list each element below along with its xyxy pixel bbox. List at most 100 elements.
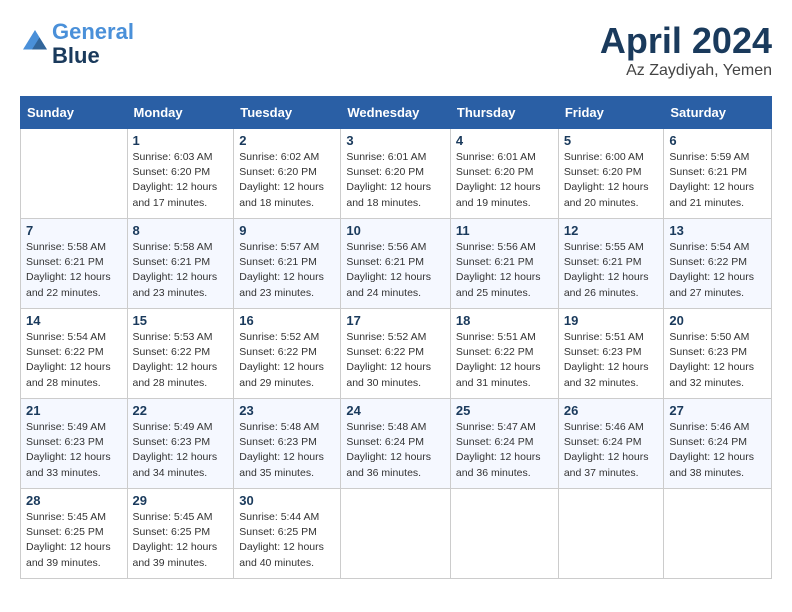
logo-icon [20, 27, 50, 57]
day-info: Sunrise: 5:48 AMSunset: 6:24 PMDaylight:… [346, 420, 445, 481]
calendar-cell: 7 Sunrise: 5:58 AMSunset: 6:21 PMDaylight… [21, 219, 128, 309]
day-info: Sunrise: 5:47 AMSunset: 6:24 PMDaylight:… [456, 420, 553, 481]
calendar-cell: 10 Sunrise: 5:56 AMSunset: 6:21 PMDayligh… [341, 219, 451, 309]
day-number: 10 [346, 223, 445, 238]
day-number: 16 [239, 313, 335, 328]
day-number: 9 [239, 223, 335, 238]
col-header-sunday: Sunday [21, 97, 128, 129]
day-number: 5 [564, 133, 659, 148]
calendar-cell [450, 489, 558, 579]
day-info: Sunrise: 5:49 AMSunset: 6:23 PMDaylight:… [26, 420, 122, 481]
day-info: Sunrise: 5:52 AMSunset: 6:22 PMDaylight:… [239, 330, 335, 391]
col-header-friday: Friday [558, 97, 664, 129]
calendar-cell: 9 Sunrise: 5:57 AMSunset: 6:21 PMDaylight… [234, 219, 341, 309]
day-info: Sunrise: 5:44 AMSunset: 6:25 PMDaylight:… [239, 510, 335, 571]
col-header-monday: Monday [127, 97, 234, 129]
calendar-cell [558, 489, 664, 579]
calendar-cell: 23 Sunrise: 5:48 AMSunset: 6:23 PMDayligh… [234, 399, 341, 489]
day-number: 30 [239, 493, 335, 508]
calendar-cell [21, 129, 128, 219]
day-info: Sunrise: 5:52 AMSunset: 6:22 PMDaylight:… [346, 330, 445, 391]
day-info: Sunrise: 5:58 AMSunset: 6:21 PMDaylight:… [26, 240, 122, 301]
day-number: 18 [456, 313, 553, 328]
col-header-saturday: Saturday [664, 97, 772, 129]
calendar-cell: 17 Sunrise: 5:52 AMSunset: 6:22 PMDayligh… [341, 309, 451, 399]
day-number: 1 [133, 133, 229, 148]
calendar-cell: 2Sunrise: 6:02 AMSunset: 6:20 PMDaylight… [234, 129, 341, 219]
page-header: GeneralBlue April 2024 Az Zaydiyah, Yeme… [20, 20, 772, 80]
calendar-cell [664, 489, 772, 579]
day-info: Sunrise: 5:55 AMSunset: 6:21 PMDaylight:… [564, 240, 659, 301]
title-block: April 2024 Az Zaydiyah, Yemen [600, 20, 772, 80]
day-number: 24 [346, 403, 445, 418]
location: Az Zaydiyah, Yemen [600, 62, 772, 80]
day-info: Sunrise: 5:58 AMSunset: 6:21 PMDaylight:… [133, 240, 229, 301]
day-info: Sunrise: 5:57 AMSunset: 6:21 PMDaylight:… [239, 240, 335, 301]
day-info: Sunrise: 5:56 AMSunset: 6:21 PMDaylight:… [456, 240, 553, 301]
calendar-cell: 27Sunrise: 5:46 AMSunset: 6:24 PMDayligh… [664, 399, 772, 489]
day-info: Sunrise: 5:49 AMSunset: 6:23 PMDaylight:… [133, 420, 229, 481]
day-number: 19 [564, 313, 659, 328]
calendar-cell: 1 Sunrise: 6:03 AMSunset: 6:20 PMDaylight… [127, 129, 234, 219]
day-info: Sunrise: 5:51 AMSunset: 6:22 PMDaylight:… [456, 330, 553, 391]
col-header-wednesday: Wednesday [341, 97, 451, 129]
calendar-cell: 22 Sunrise: 5:49 AMSunset: 6:23 PMDayligh… [127, 399, 234, 489]
calendar-cell: 4 Sunrise: 6:01 AMSunset: 6:20 PMDaylight… [450, 129, 558, 219]
day-number: 21 [26, 403, 122, 418]
day-info: Sunrise: 6:03 AMSunset: 6:20 PMDaylight:… [133, 150, 229, 211]
calendar-cell: 16 Sunrise: 5:52 AMSunset: 6:22 PMDayligh… [234, 309, 341, 399]
day-info: Sunrise: 5:53 AMSunset: 6:22 PMDaylight:… [133, 330, 229, 391]
logo: GeneralBlue [20, 20, 134, 68]
day-number: 22 [133, 403, 229, 418]
calendar-cell: 12 Sunrise: 5:55 AMSunset: 6:21 PMDayligh… [558, 219, 664, 309]
calendar-cell: 21 Sunrise: 5:49 AMSunset: 6:23 PMDayligh… [21, 399, 128, 489]
day-info: Sunrise: 5:45 AMSunset: 6:25 PMDaylight:… [133, 510, 229, 571]
day-number: 8 [133, 223, 229, 238]
day-info: Sunrise: 5:45 AMSunset: 6:25 PMDaylight:… [26, 510, 122, 571]
month-title: April 2024 [600, 20, 772, 62]
calendar-cell: 11 Sunrise: 5:56 AMSunset: 6:21 PMDayligh… [450, 219, 558, 309]
day-info: Sunrise: 6:02 AMSunset: 6:20 PMDaylight:… [239, 150, 335, 211]
day-number: 20 [669, 313, 766, 328]
calendar-cell: 26 Sunrise: 5:46 AMSunset: 6:24 PMDayligh… [558, 399, 664, 489]
calendar-week-5: 28 Sunrise: 5:45 AMSunset: 6:25 PMDayligh… [21, 489, 772, 579]
calendar-cell: 25Sunrise: 5:47 AMSunset: 6:24 PMDayligh… [450, 399, 558, 489]
calendar-cell: 15Sunrise: 5:53 AMSunset: 6:22 PMDayligh… [127, 309, 234, 399]
calendar-cell: 19 Sunrise: 5:51 AMSunset: 6:23 PMDayligh… [558, 309, 664, 399]
day-info: Sunrise: 5:46 AMSunset: 6:24 PMDaylight:… [564, 420, 659, 481]
day-number: 13 [669, 223, 766, 238]
calendar-cell: 20 Sunrise: 5:50 AMSunset: 6:23 PMDayligh… [664, 309, 772, 399]
day-info: Sunrise: 6:01 AMSunset: 6:20 PMDaylight:… [456, 150, 553, 211]
day-number: 12 [564, 223, 659, 238]
day-number: 11 [456, 223, 553, 238]
calendar-week-1: 1 Sunrise: 6:03 AMSunset: 6:20 PMDaylight… [21, 129, 772, 219]
calendar-cell: 13Sunrise: 5:54 AMSunset: 6:22 PMDayligh… [664, 219, 772, 309]
day-number: 17 [346, 313, 445, 328]
day-info: Sunrise: 5:51 AMSunset: 6:23 PMDaylight:… [564, 330, 659, 391]
calendar-cell: 6 Sunrise: 5:59 AMSunset: 6:21 PMDaylight… [664, 129, 772, 219]
day-number: 4 [456, 133, 553, 148]
logo-text: GeneralBlue [52, 20, 134, 68]
calendar-cell: 29 Sunrise: 5:45 AMSunset: 6:25 PMDayligh… [127, 489, 234, 579]
day-info: Sunrise: 5:46 AMSunset: 6:24 PMDaylight:… [669, 420, 766, 481]
calendar-cell: 5 Sunrise: 6:00 AMSunset: 6:20 PMDaylight… [558, 129, 664, 219]
calendar-table: SundayMondayTuesdayWednesdayThursdayFrid… [20, 96, 772, 579]
day-info: Sunrise: 6:00 AMSunset: 6:20 PMDaylight:… [564, 150, 659, 211]
day-number: 6 [669, 133, 766, 148]
day-number: 23 [239, 403, 335, 418]
calendar-cell: 24 Sunrise: 5:48 AMSunset: 6:24 PMDayligh… [341, 399, 451, 489]
col-header-thursday: Thursday [450, 97, 558, 129]
day-number: 3 [346, 133, 445, 148]
day-info: Sunrise: 5:59 AMSunset: 6:21 PMDaylight:… [669, 150, 766, 211]
day-number: 28 [26, 493, 122, 508]
day-info: Sunrise: 5:48 AMSunset: 6:23 PMDaylight:… [239, 420, 335, 481]
day-info: Sunrise: 5:50 AMSunset: 6:23 PMDaylight:… [669, 330, 766, 391]
day-info: Sunrise: 5:56 AMSunset: 6:21 PMDaylight:… [346, 240, 445, 301]
day-number: 7 [26, 223, 122, 238]
day-number: 26 [564, 403, 659, 418]
day-number: 14 [26, 313, 122, 328]
day-number: 29 [133, 493, 229, 508]
calendar-cell [341, 489, 451, 579]
day-info: Sunrise: 5:54 AMSunset: 6:22 PMDaylight:… [26, 330, 122, 391]
calendar-cell: 30 Sunrise: 5:44 AMSunset: 6:25 PMDayligh… [234, 489, 341, 579]
